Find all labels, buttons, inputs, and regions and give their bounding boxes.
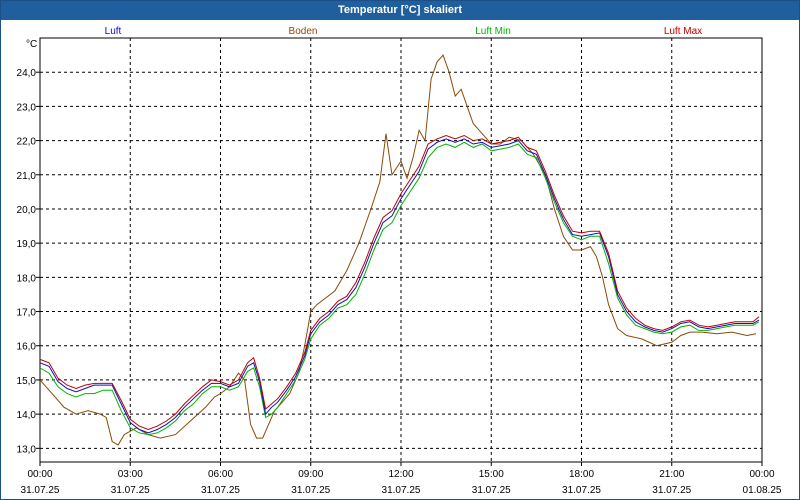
x-tick-date: 31.07.25 bbox=[291, 485, 330, 496]
legend-item-boden: Boden bbox=[289, 26, 318, 37]
chart: Luft Boden Luft Min Luft Max °C 13,0 14,0 15,… bbox=[17, 26, 782, 496]
legend-item-luft-min: Luft Min bbox=[475, 26, 511, 37]
x-tick-date: 31.07.25 bbox=[562, 485, 601, 496]
legend-item-luft: Luft bbox=[105, 26, 122, 37]
y-axis-ticks: 13,0 14,0 15,0 16,0 17,0 18,0 19,0 20,0 21,0 22,0… bbox=[17, 68, 40, 455]
x-tick-date: 31.07.25 bbox=[652, 485, 691, 496]
y-tick-label: 13,0 bbox=[17, 444, 37, 455]
x-tick-date: 31.07.25 bbox=[111, 485, 150, 496]
x-tick-date: 31.07.25 bbox=[201, 485, 240, 496]
x-tick-time: 15:00 bbox=[479, 469, 504, 480]
y-tick-label: 19,0 bbox=[17, 239, 37, 250]
y-tick-label: 17,0 bbox=[17, 308, 37, 319]
y-tick-label: 23,0 bbox=[17, 102, 37, 113]
y-tick-label: 18,0 bbox=[17, 273, 37, 284]
x-tick-time: 18:00 bbox=[569, 469, 594, 480]
x-tick-date: 31.07.25 bbox=[382, 485, 421, 496]
y-tick-label: 14,0 bbox=[17, 410, 37, 421]
y-tick-label: 15,0 bbox=[17, 376, 37, 387]
x-tick-time: 21:00 bbox=[659, 469, 684, 480]
x-tick-time: 12:00 bbox=[388, 469, 413, 480]
legend-item-luft-max: Luft Max bbox=[664, 26, 702, 37]
x-tick-date: 31.07.25 bbox=[472, 485, 511, 496]
x-axis-ticks: 00:00 31.07.25 03:00 31.07.25 06:00 31.07.25 0… bbox=[21, 462, 782, 496]
x-tick-time: 09:00 bbox=[298, 469, 323, 480]
y-tick-label: 21,0 bbox=[17, 171, 37, 182]
x-tick-time: 00:00 bbox=[27, 469, 52, 480]
x-tick-date: 01.08.25 bbox=[743, 485, 782, 496]
x-tick-time: 00:00 bbox=[749, 469, 774, 480]
legend: Luft Boden Luft Min Luft Max bbox=[105, 26, 703, 37]
y-tick-label: 16,0 bbox=[17, 342, 37, 353]
x-tick-time: 03:00 bbox=[118, 469, 143, 480]
y-unit-label: °C bbox=[26, 39, 37, 50]
y-tick-label: 20,0 bbox=[17, 205, 37, 216]
x-tick-date: 31.07.25 bbox=[21, 485, 60, 496]
y-tick-label: 24,0 bbox=[17, 68, 37, 79]
y-tick-label: 22,0 bbox=[17, 137, 37, 148]
x-tick-time: 06:00 bbox=[208, 469, 233, 480]
